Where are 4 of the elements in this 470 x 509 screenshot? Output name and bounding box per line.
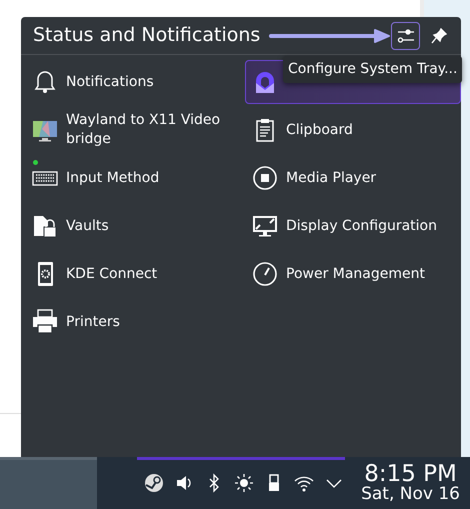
clock-date: Sat, Nov 16 [361, 486, 460, 504]
tooltip: Configure System Tray... [283, 56, 462, 83]
clock-time: 8:15 PM [364, 462, 457, 486]
popup-title: Status and Notifications [33, 23, 260, 48]
